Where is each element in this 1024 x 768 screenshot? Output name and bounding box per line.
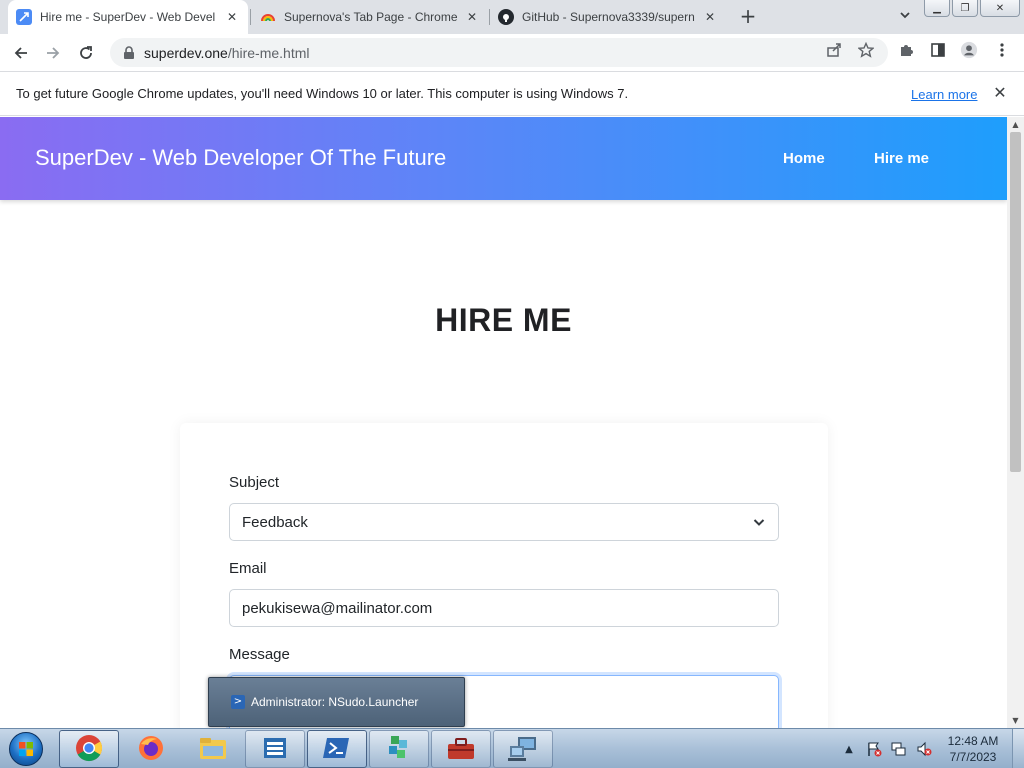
taskbar-blocks-app[interactable] [369,730,429,768]
taskbar-firefox[interactable] [121,730,181,768]
chrome-icon [74,733,104,766]
taskbar-chrome[interactable] [59,730,119,768]
tab-search-chevron-icon[interactable] [896,8,914,26]
volume-muted-icon[interactable] [915,740,933,758]
action-center-flag-icon[interactable] [865,740,883,758]
address-bar[interactable]: superdev.one/hire-me.html [110,38,888,67]
network-icon[interactable] [890,740,908,758]
clock-date: 7/7/2023 [949,750,997,764]
site-header: SuperDev - Web Developer Of The Future H… [0,117,1007,200]
taskbar-network-computer[interactable] [493,730,553,768]
chrome-menu-icon[interactable] [993,41,1011,59]
taskbar-control-panel[interactable] [245,730,305,768]
update-infobar: To get future Google Chrome updates, you… [0,71,1024,116]
tab-strip: Hire me - SuperDev - Web Devel ✕ Superno… [0,0,1024,34]
browser-toolbar: superdev.one/hire-me.html [0,34,1024,71]
start-button[interactable] [6,731,46,767]
clock-time: 12:48 AM [947,734,999,748]
network-computer-icon [508,734,538,765]
powershell-icon [323,736,351,763]
url-host: superdev.one [144,44,228,61]
tab-supernova[interactable]: Supernova's Tab Page - Chrome ✕ [252,0,488,34]
site-brand[interactable]: SuperDev - Web Developer Of The Future [35,145,446,171]
toolbox-icon [446,735,476,764]
reload-icon[interactable] [73,40,99,66]
taskbar-powershell[interactable] [307,730,367,768]
restore-icon[interactable]: ❐ [952,0,978,17]
subject-label: Subject [229,474,280,491]
email-field[interactable]: pekukisewa@mailinator.com [229,589,779,627]
scroll-down-arrow-icon[interactable]: ▼ [1011,716,1020,725]
preview-title: Administrator: NSudo.Launcher [251,695,419,709]
windows-taskbar: ▲ 12:48 AM 7/7/2023 [0,728,1024,768]
system-tray: ▲ [840,729,940,768]
page-scrollbar[interactable]: ▲ ▼ [1007,117,1024,728]
url-path: /hire-me.html [227,44,310,61]
page-viewport: SuperDev - Web Developer Of The Future H… [0,117,1007,728]
extensions-puzzle-icon[interactable] [897,41,915,59]
chevron-down-icon [752,515,766,529]
profile-avatar-icon[interactable] [960,41,978,59]
scroll-up-arrow-icon[interactable]: ▲ [1011,120,1020,129]
windows-logo-icon [9,732,43,766]
superdev-favicon-icon [16,9,32,25]
tab-title: Hire me - SuperDev - Web Devel [40,10,216,24]
show-hidden-icons-icon[interactable]: ▲ [840,740,858,758]
back-arrow-icon[interactable] [8,40,34,66]
control-panel-icon [261,734,289,765]
blocks-icon [385,734,413,765]
minimize-icon[interactable]: ▁ [924,0,950,17]
email-label: Email [229,560,267,577]
taskbar-toolbox[interactable] [431,730,491,768]
window-controls: ▁ ❐ ✕ [924,0,1020,17]
scrollbar-thumb[interactable] [1010,132,1021,472]
close-window-icon[interactable]: ✕ [980,0,1020,17]
firefox-icon [137,734,165,765]
taskbar-window-preview[interactable]: > Administrator: NSudo.Launcher [208,677,465,727]
new-tab-button[interactable]: + [738,6,758,26]
subject-value: Feedback [242,513,308,531]
close-infobar-icon[interactable]: ✕ [991,84,1009,102]
email-value: pekukisewa@mailinator.com [242,599,433,617]
tab-hire-me[interactable]: Hire me - SuperDev - Web Devel ✕ [8,0,248,34]
url-text: superdev.one/hire-me.html [144,45,310,61]
close-tab-icon[interactable]: ✕ [224,9,240,25]
show-desktop-button[interactable] [1012,729,1024,768]
close-tab-icon[interactable]: ✕ [702,9,718,25]
rainbow-favicon-icon [260,9,276,25]
close-tab-icon[interactable]: ✕ [464,9,480,25]
side-panel-icon[interactable] [929,41,947,59]
lock-icon[interactable] [122,45,136,60]
explorer-icon [198,735,228,764]
infobar-message: To get future Google Chrome updates, you… [16,86,629,101]
subject-select[interactable]: Feedback [229,503,779,541]
nav-home-link[interactable]: Home [783,150,825,167]
learn-more-link[interactable]: Learn more [911,87,977,102]
taskbar-clock[interactable]: 12:48 AM 7/7/2023 [940,733,1006,765]
forward-arrow-icon[interactable] [40,40,66,66]
message-label: Message [229,646,290,663]
powershell-icon: > [231,695,245,709]
github-favicon-icon [498,9,514,25]
tab-separator [250,9,251,25]
tab-github[interactable]: GitHub - Supernova3339/supern ✕ [490,0,726,34]
taskbar-explorer[interactable] [183,730,243,768]
tab-title: GitHub - Supernova3339/supern [522,10,695,24]
bookmark-star-icon[interactable] [857,41,875,59]
page-title: HIRE ME [435,302,572,338]
tab-title: Supernova's Tab Page - Chrome [284,10,458,24]
share-icon[interactable] [825,41,843,59]
nav-hire-me-link[interactable]: Hire me [874,150,929,167]
